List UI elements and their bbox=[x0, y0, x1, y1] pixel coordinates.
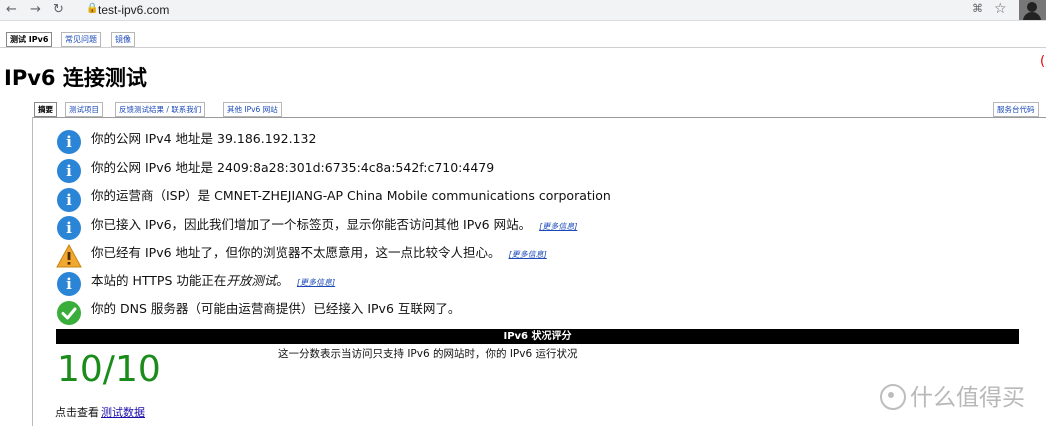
info-icon: i bbox=[57, 216, 81, 240]
browser-preference-warning: 你已经有 IPv6 地址了，但你的浏览器不太愿意用，这一点比较令人担心。 [更多信… bbox=[91, 245, 547, 260]
lock-icon[interactable]: 🔒 bbox=[86, 3, 98, 14]
more-info-link[interactable]: [更多信息] bbox=[539, 222, 577, 231]
watermark: 什么值得买 bbox=[880, 378, 1025, 412]
more-info-link[interactable]: [更多信息] bbox=[509, 250, 547, 259]
test-data-link[interactable]: 测试数据 bbox=[101, 406, 145, 419]
info-icon: i bbox=[57, 188, 81, 212]
info-icon: i bbox=[57, 130, 81, 154]
info-icon: i bbox=[57, 272, 81, 296]
ipv4-address-message: 你的公网 IPv4 地址是 39.186.192.132 bbox=[91, 131, 317, 146]
reload-icon[interactable]: ↻ bbox=[53, 2, 64, 18]
forward-arrow-icon[interactable]: → bbox=[30, 2, 41, 18]
info-icon: i bbox=[57, 159, 81, 183]
browser-toolbar: ← → ↻ 🔒 test-ipv6.com ⌘ ☆ bbox=[0, 0, 1046, 21]
more-info-link[interactable]: [更多信息] bbox=[297, 278, 335, 287]
score-header: IPv6 状况评分 bbox=[56, 329, 1019, 344]
back-arrow-icon[interactable]: ← bbox=[6, 2, 17, 18]
ipv6-address-message: 你的公网 IPv6 地址是 2409:8a28:301d:6735:4c8a:5… bbox=[91, 160, 495, 175]
tab-test-ipv6[interactable]: 测试 IPv6 bbox=[6, 32, 53, 47]
check-icon bbox=[57, 301, 81, 325]
watermark-logo-icon bbox=[880, 384, 906, 410]
address-bar-url[interactable]: test-ipv6.com bbox=[98, 2, 169, 18]
tab-faq[interactable]: 常见问题 bbox=[61, 32, 101, 47]
bookmark-star-icon[interactable]: ☆ bbox=[994, 1, 1007, 17]
content-border bbox=[32, 117, 33, 426]
tab-helpdesk-code[interactable]: 服务台代码 bbox=[993, 102, 1039, 117]
https-message: 本站的 HTTPS 功能正在开放测试。 [更多信息] bbox=[91, 273, 336, 288]
score-value: 10/10 bbox=[57, 349, 161, 390]
tab-tests[interactable]: 测试项目 bbox=[65, 102, 103, 117]
tab-feedback[interactable]: 反馈测试结果 / 联系我们 bbox=[115, 102, 206, 117]
warning-icon bbox=[56, 244, 82, 268]
translate-icon[interactable]: ⌘ bbox=[972, 2, 983, 15]
page-title: IPv6 连接测试 bbox=[4, 66, 147, 90]
tab-summary[interactable]: 摘要 bbox=[34, 102, 57, 117]
score-description: 这一分数表示当访问只支持 IPv6 的网站时，你的 IPv6 运行状况 bbox=[278, 348, 578, 360]
divider bbox=[32, 117, 1046, 118]
dns-message: 你的 DNS 服务器（可能由运营商提供）已经接入 IPv6 互联网了。 bbox=[91, 301, 461, 316]
tab-other-ipv6-sites[interactable]: 其他 IPv6 网站 bbox=[223, 102, 282, 117]
tab-mirrors[interactable]: 镜像 bbox=[111, 32, 135, 47]
edge-mark: ( bbox=[1040, 54, 1046, 69]
divider bbox=[0, 47, 1046, 48]
profile-avatar[interactable] bbox=[1019, 0, 1046, 20]
isp-message: 你的运营商（ISP）是 CMNET-ZHEJIANG-AP China Mobi… bbox=[91, 188, 611, 203]
ipv6-tab-message: 你已接入 IPv6，因此我们增加了一个标签页，显示你能否访问其他 IPv6 网站… bbox=[91, 217, 578, 232]
view-data-line: 点击查看 测试数据 bbox=[55, 406, 145, 419]
